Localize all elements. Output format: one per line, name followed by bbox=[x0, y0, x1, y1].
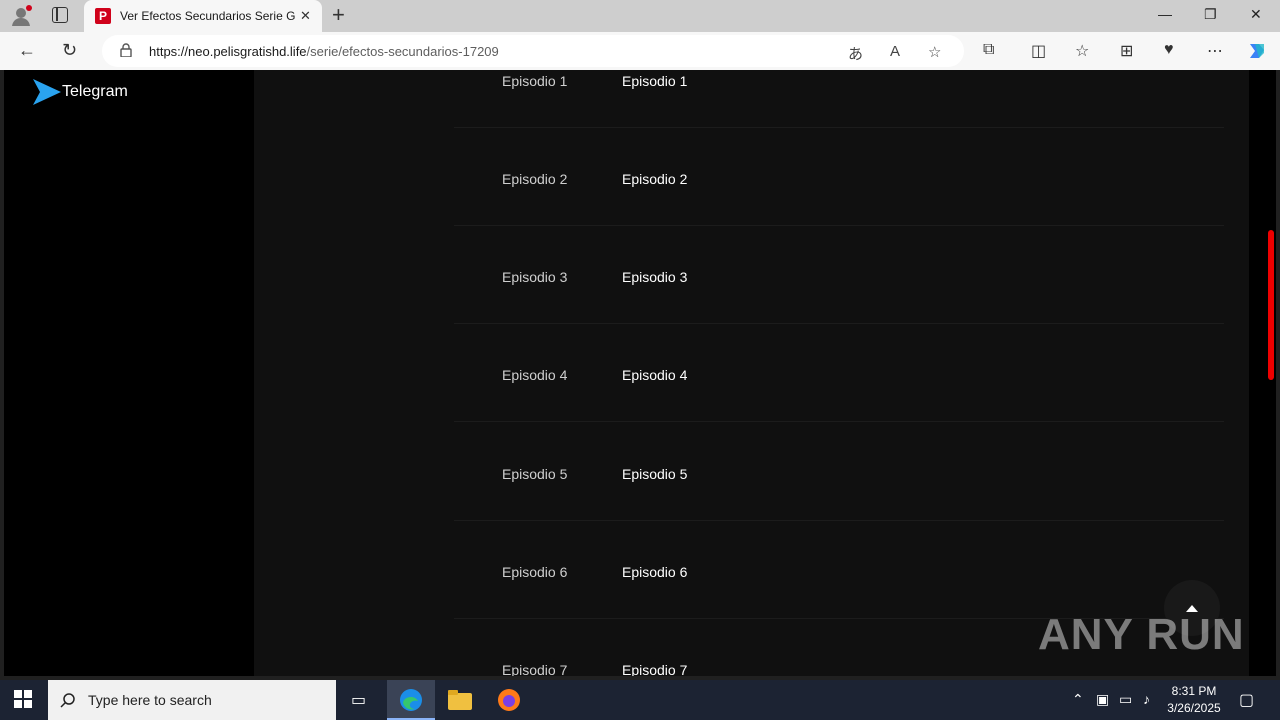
address-bar[interactable]: https://neo.pelisgratishd.life/serie/efe… bbox=[102, 35, 964, 67]
episode-title[interactable]: Episodio 7 bbox=[622, 662, 687, 676]
collections-icon[interactable]: ⊞ bbox=[1120, 41, 1133, 61]
taskbar-search-box[interactable]: Type here to search bbox=[48, 680, 336, 720]
browser-essentials-icon[interactable]: ♥ bbox=[1164, 41, 1174, 59]
file-explorer-icon[interactable] bbox=[436, 680, 484, 720]
episode-title[interactable]: Episodio 4 bbox=[622, 367, 687, 383]
edge-taskbar-icon[interactable] bbox=[387, 680, 435, 720]
tab-active[interactable]: P Ver Efectos Secundarios Serie Gratis ✕ bbox=[84, 0, 322, 32]
notifications-icon[interactable]: ▢ bbox=[1239, 690, 1254, 710]
telegram-link[interactable]: Telegram bbox=[32, 77, 128, 112]
profile-icon[interactable] bbox=[10, 5, 32, 27]
sidebar: Telegram bbox=[4, 70, 254, 676]
episode-number: Episodio 3 bbox=[502, 269, 568, 285]
episode-number: Episodio 1 bbox=[502, 73, 568, 89]
anyrun-watermark: ANY RUN bbox=[1038, 610, 1245, 659]
split-screen-icon[interactable]: ◫ bbox=[1031, 41, 1046, 61]
episode-title[interactable]: Episodio 3 bbox=[622, 269, 687, 285]
scrollbar-thumb[interactable] bbox=[1268, 230, 1274, 380]
restore-icon[interactable]: ❐ bbox=[1204, 6, 1217, 23]
search-icon bbox=[60, 693, 75, 708]
tab-actions-icon[interactable] bbox=[52, 7, 68, 23]
episode-number: Episodio 7 bbox=[502, 662, 568, 676]
minimize-icon[interactable]: — bbox=[1158, 6, 1172, 22]
meet-now-icon[interactable]: ▣ bbox=[1096, 691, 1109, 708]
tab-close-icon[interactable]: ✕ bbox=[300, 8, 311, 24]
clock-time: 8:31 PM bbox=[1171, 684, 1217, 698]
clock-date: 3/26/2025 bbox=[1167, 701, 1221, 715]
episode-title[interactable]: Episodio 5 bbox=[622, 466, 687, 482]
tab-strip: P Ver Efectos Secundarios Serie Gratis ✕… bbox=[0, 0, 1280, 32]
favorite-star-icon[interactable]: ☆ bbox=[928, 43, 941, 61]
lock-icon[interactable] bbox=[120, 43, 132, 57]
tab-title: Ver Efectos Secundarios Serie Gratis bbox=[120, 9, 296, 23]
more-options-icon[interactable]: ⋯ bbox=[1207, 41, 1223, 61]
network-icon[interactable]: ▭ bbox=[1119, 691, 1132, 708]
windows-start-icon[interactable] bbox=[14, 690, 32, 708]
episode-row[interactable]: Episodio 3 Episodio 3 bbox=[454, 226, 1224, 324]
url-text[interactable]: https://neo.pelisgratishd.life/serie/efe… bbox=[149, 44, 499, 59]
episode-title[interactable]: Episodio 6 bbox=[622, 564, 687, 580]
episode-title[interactable]: Episodio 1 bbox=[622, 73, 687, 89]
episode-row[interactable]: Episodio 5 Episodio 5 bbox=[454, 423, 1224, 521]
page-content: Telegram Episodio 1 Episodio 1 Episodio … bbox=[4, 70, 1276, 676]
extensions-icon[interactable]: ⧉ bbox=[983, 41, 994, 59]
close-window-icon[interactable]: ✕ bbox=[1250, 6, 1262, 23]
copilot-icon[interactable] bbox=[1246, 40, 1268, 62]
episode-row[interactable]: Episodio 1 Episodio 1 bbox=[454, 70, 1224, 128]
taskbar: Type here to search ▭ ⌃ ▣ ▭ ♪ 8:31 PM 3/… bbox=[0, 680, 1280, 720]
telegram-label: Telegram bbox=[62, 83, 128, 100]
episode-number: Episodio 5 bbox=[502, 466, 568, 482]
episode-row[interactable]: Episodio 4 Episodio 4 bbox=[454, 324, 1224, 422]
episode-number: Episodio 6 bbox=[502, 564, 568, 580]
episode-title[interactable]: Episodio 2 bbox=[622, 171, 687, 187]
back-icon[interactable]: ← bbox=[18, 40, 36, 60]
episode-list: Episodio 1 Episodio 1 Episodio 2 Episodi… bbox=[254, 70, 1249, 676]
taskbar-clock[interactable]: 8:31 PM 3/26/2025 bbox=[1163, 683, 1225, 717]
task-view-icon[interactable]: ▭ bbox=[336, 680, 384, 720]
new-tab-icon[interactable]: + bbox=[332, 4, 345, 26]
translate-icon[interactable]: あ bbox=[848, 43, 863, 64]
read-aloud-icon[interactable]: A bbox=[890, 43, 900, 60]
favorites-icon[interactable]: ☆ bbox=[1075, 41, 1089, 61]
site-favicon-icon: P bbox=[95, 8, 111, 24]
show-hidden-icons-icon[interactable]: ⌃ bbox=[1072, 691, 1084, 708]
volume-icon[interactable]: ♪ bbox=[1143, 691, 1150, 707]
search-placeholder: Type here to search bbox=[88, 692, 212, 708]
episode-number: Episodio 2 bbox=[502, 171, 568, 187]
episode-row[interactable]: Episodio 6 Episodio 6 bbox=[454, 521, 1224, 619]
browser-toolbar: ← ↻ https://neo.pelisgratishd.life/serie… bbox=[0, 32, 1280, 70]
telegram-icon bbox=[33, 79, 61, 105]
episode-row[interactable]: Episodio 2 Episodio 2 bbox=[454, 128, 1224, 226]
refresh-icon[interactable]: ↻ bbox=[62, 40, 77, 60]
firefox-icon[interactable] bbox=[485, 680, 533, 720]
episode-number: Episodio 4 bbox=[502, 367, 568, 383]
